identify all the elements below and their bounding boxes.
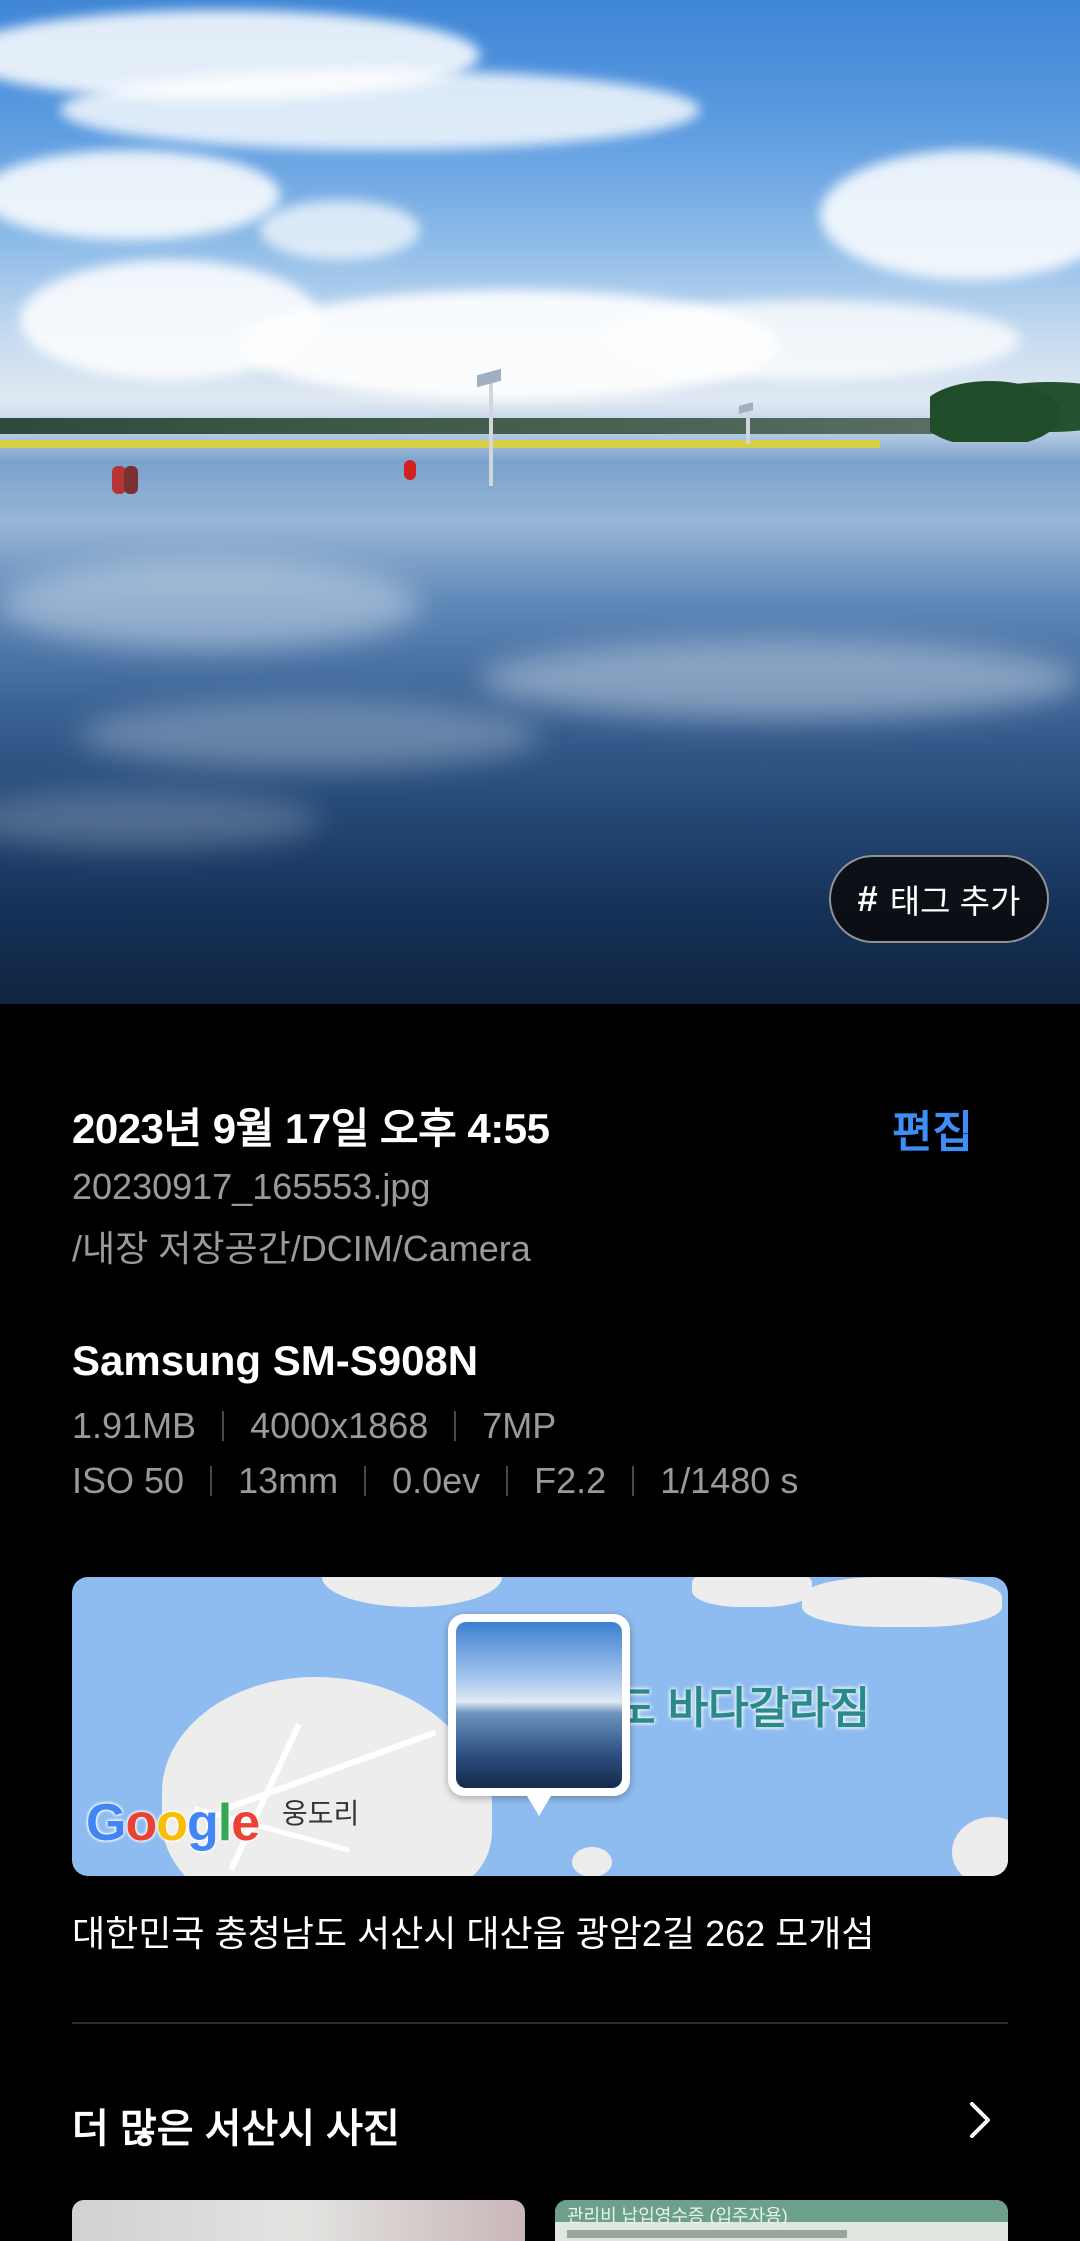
aperture: F2.2 [534,1460,607,1501]
island-trees [930,372,1080,442]
file-meta-row: 1.91MB 4000x1868 7MP [72,1405,556,1447]
photo-viewer[interactable]: # 태그 추가 [0,0,1080,1004]
photo-datetime: 2023년 9월 17일 오후 4:55 [72,1105,550,1152]
file-path: /내장 저장공간/DCIM/Camera [72,1228,531,1269]
exposure-value: 0.0ev [392,1460,481,1501]
hash-icon: # [857,878,878,919]
thumbnail-caption: 관리비 납입영수증 (입주자용) [567,2206,788,2226]
more-photos-title[interactable]: 더 많은 서산시 사진 [72,2096,400,2154]
device-model: Samsung SM-S908N [72,1337,479,1384]
file-name: 20230917_165553.jpg [72,1166,431,1207]
location-map[interactable]: 도 바다갈라짐 웅도리 Google [72,1577,1008,1876]
divider [506,1466,509,1496]
divider [222,1411,225,1441]
chevron-right-icon[interactable] [962,2100,998,2140]
section-divider [72,2022,1008,2024]
file-size: 1.91MB [72,1405,197,1446]
divider [210,1466,213,1496]
divider [364,1466,367,1496]
google-logo: Google [86,1794,260,1852]
related-photo-thumbnail[interactable] [72,2200,525,2241]
location-address: 대한민국 충청남도 서산시 대산읍 광암2길 262 모개섬 [72,1913,875,1954]
add-tag-label: 태그 추가 [889,883,1021,920]
shoreline [0,418,960,434]
iso: ISO 50 [72,1460,185,1501]
resolution: 4000x1868 [250,1405,429,1446]
edit-button[interactable]: 편집 [892,1096,973,1160]
map-village-label: 웅도리 [282,1798,360,1829]
related-photo-thumbnail[interactable]: 관리비 납입영수증 (입주자용) [555,2200,1008,2241]
exif-meta-row: ISO 50 13mm 0.0ev F2.2 1/1480 s [72,1460,798,1502]
megapixels: 7MP [482,1405,557,1446]
add-tag-button[interactable]: # 태그 추가 [829,855,1049,943]
divider [632,1466,635,1496]
divider [454,1411,457,1441]
map-photo-pin[interactable] [448,1614,630,1816]
pin-photo-thumbnail [456,1622,622,1788]
focal-length: 13mm [238,1460,339,1501]
map-place-label: 도 바다갈라짐 [615,1684,871,1733]
shutter-speed: 1/1480 s [660,1460,799,1501]
